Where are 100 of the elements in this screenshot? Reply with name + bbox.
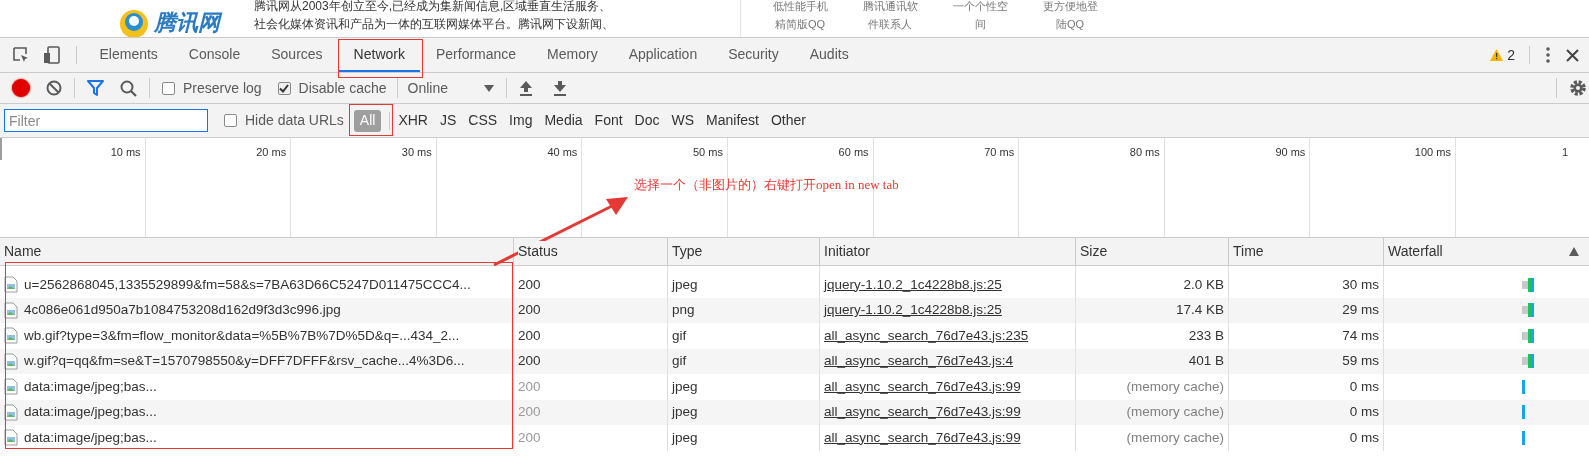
link-text[interactable]: 陆QQ xyxy=(1055,15,1085,33)
tick-label: 100 ms xyxy=(1414,146,1451,158)
type-filter[interactable]: Font xyxy=(588,109,629,132)
type-filter[interactable]: JS xyxy=(433,109,463,132)
panel-tab[interactable]: Security xyxy=(712,38,795,72)
inspect-icon xyxy=(12,46,30,64)
table-cell-text: 59 ms xyxy=(1342,352,1379,371)
table-cell-text: w.gif?q=qq&fm=se&T=1570798550&y=DFF7DFFF&rsv_cache...4%3D6... xyxy=(24,352,465,371)
table-cell-text: 0 ms xyxy=(1349,377,1379,396)
column-header[interactable]: Size xyxy=(1076,238,1229,265)
type-filter[interactable]: XHR xyxy=(392,109,434,132)
sort-arrow-icon xyxy=(1569,247,1579,256)
table-cell-text: 29 ms xyxy=(1342,301,1379,320)
type-filter[interactable]: Media xyxy=(538,109,589,132)
table-cell-text: jpeg xyxy=(672,403,698,422)
type-filter[interactable]: WS xyxy=(665,109,701,132)
initiator-link[interactable]: all_async_search_76d7e43.js:99 xyxy=(824,376,1021,397)
record-button[interactable] xyxy=(12,79,30,97)
check-icon xyxy=(279,83,290,93)
panel-tab[interactable]: Audits xyxy=(794,38,865,72)
table-cell-text: 74 ms xyxy=(1342,326,1379,345)
tick-label: 70 ms xyxy=(984,146,1015,158)
table-cell-text: 17.4 KB xyxy=(1175,301,1224,320)
panel-tab[interactable]: Sources xyxy=(255,38,339,72)
throttling-dropdown[interactable]: Online xyxy=(407,77,494,99)
link-text[interactable]: 腾讯通讯软 xyxy=(862,0,918,15)
initiator-link[interactable]: all_async_search_76d7e43.js:99 xyxy=(824,427,1021,448)
panel-tab[interactable]: Elements xyxy=(84,38,174,72)
search-icon xyxy=(120,79,137,97)
checkbox[interactable]: Hide data URLs xyxy=(224,110,344,131)
panel-tab[interactable]: Application xyxy=(613,38,713,72)
table-cell-text: 2.0 KB xyxy=(1183,275,1224,294)
panel-tab[interactable]: Performance xyxy=(420,38,532,72)
link-text[interactable]: 件联系人 xyxy=(868,15,912,33)
link-text[interactable]: 低性能手机 xyxy=(772,0,828,15)
checkbox[interactable]: Preserve log xyxy=(162,77,262,99)
initiator-link[interactable]: all_async_search_76d7e43.js:99 xyxy=(824,402,1021,423)
intro-text: 腾讯网从2003年创立至今,已经成为集新闻信息,区域垂直生活服务、 xyxy=(254,0,613,15)
table-cell-text: (memory cache) xyxy=(1126,403,1224,422)
search-button[interactable] xyxy=(120,79,137,97)
tick-label: 1 xyxy=(1561,146,1569,158)
initiator-link[interactable]: jquery-1.10.2_1c4228b8.js:25 xyxy=(824,274,1002,295)
table-cell-text: u=2562868045,1335529899&fm=58&s=7BA63D66C5247D011475CCC4... xyxy=(24,275,471,294)
column-header[interactable]: Time xyxy=(1229,238,1384,265)
table-cell-text: jpeg xyxy=(672,428,698,447)
table-cell-text: wb.gif?type=3&fm=flow_monitor&data=%5B%7B%7D%5D&q=...434_2... xyxy=(24,326,460,345)
table-cell-text: 233 B xyxy=(1188,326,1224,345)
type-filter[interactable]: CSS xyxy=(462,109,504,132)
tick-label: 40 ms xyxy=(547,146,578,158)
column-header[interactable]: Type xyxy=(668,238,820,265)
panel-tab[interactable]: Memory xyxy=(531,38,614,72)
caret-icon xyxy=(483,84,494,92)
table-cell-text: gif xyxy=(672,352,687,371)
import-button[interactable] xyxy=(518,80,533,96)
table-cell-text: data:image/jpeg;bas... xyxy=(24,403,157,422)
export-button[interactable] xyxy=(552,80,567,96)
filter-field[interactable]: Filter xyxy=(4,109,208,132)
type-filter[interactable]: Img xyxy=(503,109,539,132)
table-cell-text: 0 ms xyxy=(1349,403,1379,422)
initiator-link[interactable]: jquery-1.10.2_1c4228b8.js:25 xyxy=(824,300,1002,321)
table-cell-text: png xyxy=(672,301,695,320)
link-text[interactable]: 精简版QQ xyxy=(774,15,826,33)
column-header[interactable]: Name xyxy=(0,238,514,265)
waterfall-bar-icon xyxy=(1522,405,1525,420)
column-header[interactable]: Initiator xyxy=(820,238,1076,265)
type-filter[interactable]: Manifest xyxy=(700,109,765,132)
warnings-counter[interactable]: 2 xyxy=(1486,38,1519,72)
tick-label: 10 ms xyxy=(110,146,141,158)
link-text[interactable]: 更方便地登 xyxy=(1042,0,1098,15)
column-header[interactable]: Waterfall xyxy=(1384,238,1589,265)
waterfall-bar-icon xyxy=(1522,430,1525,445)
link-text[interactable]: 一个个性空 xyxy=(952,0,1008,15)
table-cell-text: 200 xyxy=(518,403,541,422)
panel-tab[interactable]: Console xyxy=(173,38,256,72)
upload-icon xyxy=(518,80,533,96)
table-cell-text: 200 xyxy=(518,326,541,345)
table-cell-text: 30 ms xyxy=(1342,275,1379,294)
intro-text: 社会化媒体资讯和产品为一体的互联网媒体平台。腾讯网下设新闻、 xyxy=(254,16,615,33)
table-cell-text: 200 xyxy=(518,377,541,396)
column-header[interactable]: Status xyxy=(514,238,668,265)
table-cell-text: 200 xyxy=(518,275,541,294)
settings-button[interactable] xyxy=(1569,79,1587,97)
download-icon xyxy=(552,80,567,96)
warning-icon xyxy=(1490,49,1504,61)
initiator-link[interactable]: all_async_search_76d7e43.js:235 xyxy=(824,325,1029,346)
table-cell-text: 401 B xyxy=(1188,352,1224,371)
type-filter[interactable]: Doc xyxy=(628,109,666,132)
table-cell-text: data:image/jpeg;bas... xyxy=(24,377,157,396)
table-cell-text: jpeg xyxy=(672,377,698,396)
kebab-icon xyxy=(1546,47,1550,63)
table-cell-text: jpeg xyxy=(672,275,698,294)
initiator-link[interactable]: all_async_search_76d7e43.js:4 xyxy=(824,351,1014,372)
checkbox[interactable]: Disable cache xyxy=(277,77,387,99)
table-cell-text: 4c086e061d950a7b1084753208d162d9f3d3c996.jpg xyxy=(24,301,341,320)
type-filter[interactable]: Other xyxy=(765,109,812,132)
link-text[interactable]: 间 xyxy=(974,15,986,33)
table-cell-text: 200 xyxy=(518,301,541,320)
filter-button[interactable] xyxy=(87,80,104,96)
device-toolbar-icon xyxy=(42,46,62,64)
clear-button[interactable] xyxy=(46,80,62,96)
